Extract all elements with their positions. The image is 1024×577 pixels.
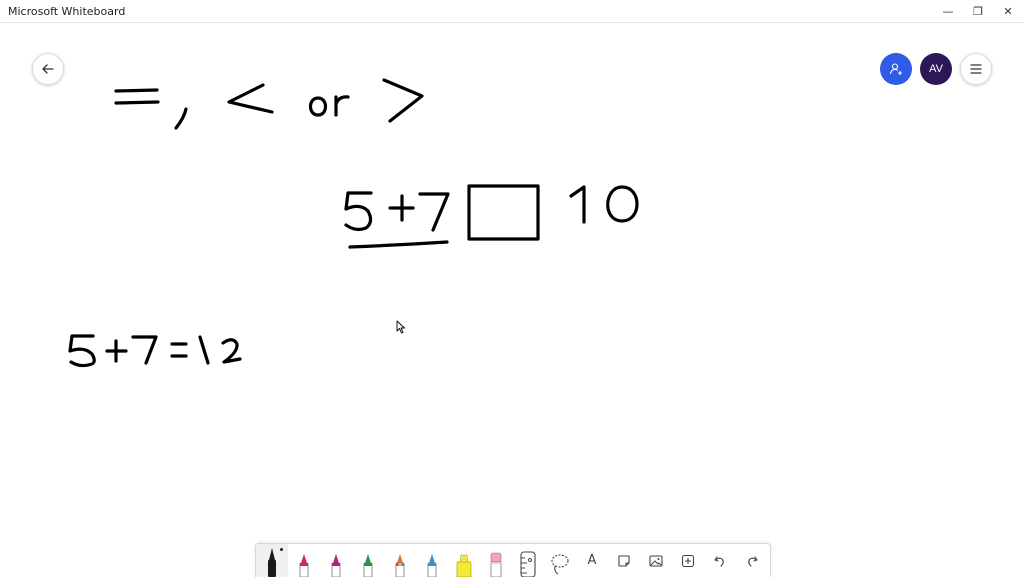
undo-icon: [714, 555, 724, 567]
magenta-pen-tool[interactable]: [320, 544, 352, 577]
whiteboard-canvas[interactable]: [0, 22, 1024, 576]
rainbow-pen-tool[interactable]: [384, 544, 416, 577]
red-pen-tool[interactable]: [288, 544, 320, 577]
image-icon: [649, 554, 663, 567]
text-tool[interactable]: A: [576, 544, 608, 577]
magenta-pen-icon: [331, 554, 341, 577]
ink-digit-5b: [68, 334, 96, 368]
highlighter-tool[interactable]: [448, 544, 480, 577]
settings-menu-button[interactable]: [960, 53, 992, 85]
ink-digit-2b: [221, 338, 242, 364]
invite-button[interactable]: [880, 53, 912, 85]
ink-plus: [388, 194, 415, 222]
highlighter-icon: [456, 554, 472, 577]
redo-button[interactable]: [736, 544, 768, 577]
minimize-button[interactable]: —: [933, 0, 963, 22]
ink-plus-b: [105, 339, 128, 363]
ink-digit-7b: [131, 335, 158, 365]
ink-letter-r: [334, 95, 350, 117]
green-pen-icon: [363, 554, 373, 577]
maximize-button[interactable]: ❐: [963, 0, 993, 22]
ruler-tool[interactable]: [512, 544, 544, 577]
hamburger-menu-icon: [970, 64, 982, 74]
mouse-cursor-icon: [396, 320, 405, 334]
user-avatar[interactable]: AV: [920, 53, 952, 85]
black-pen-tool[interactable]: [256, 544, 288, 577]
eraser-tool[interactable]: [480, 544, 512, 577]
eraser-icon: [490, 552, 502, 577]
ruler-icon: [520, 551, 536, 577]
note-tool[interactable]: [608, 544, 640, 577]
image-tool[interactable]: [640, 544, 672, 577]
title-bar: Microsoft Whiteboard — ❐ ✕: [0, 0, 1024, 23]
lasso-icon: [551, 554, 569, 575]
ink-problem: [344, 184, 639, 249]
redo-icon: [748, 555, 758, 567]
ink-underline: [348, 240, 449, 249]
ink-greater-than: [382, 78, 424, 123]
galaxy-pen-icon: [427, 554, 437, 577]
avatar-initials: AV: [929, 63, 943, 75]
lasso-tool[interactable]: [544, 544, 576, 577]
ink-answer-box: [467, 184, 540, 241]
black-pen-icon: [268, 548, 276, 577]
ink-comma: [174, 107, 188, 130]
ink-digit-0: [606, 185, 639, 223]
close-button[interactable]: ✕: [993, 0, 1023, 22]
ink-digit-1: [569, 185, 586, 224]
ink-digit-1b: [198, 335, 210, 365]
green-pen-tool[interactable]: [352, 544, 384, 577]
ink-solution: [68, 334, 242, 368]
add-person-icon: [889, 63, 902, 75]
ink-equals-top: [114, 88, 159, 93]
minimize-icon: —: [942, 4, 954, 18]
arrow-left-icon: [42, 64, 54, 74]
text-icon: A: [587, 553, 597, 568]
window-title: Microsoft Whiteboard: [8, 5, 126, 18]
rainbow-pen-icon: [395, 554, 405, 577]
plus-icon: [681, 554, 695, 567]
red-pen-icon: [299, 554, 309, 577]
selected-indicator: [280, 548, 283, 551]
ink-letter-o: [308, 96, 328, 117]
ink-digit-5: [344, 191, 373, 232]
undo-button[interactable]: [704, 544, 736, 577]
galaxy-pen-tool[interactable]: [416, 544, 448, 577]
back-button[interactable]: [32, 53, 64, 85]
restore-icon: ❐: [973, 4, 983, 18]
ink-less-than: [227, 83, 274, 114]
ink-equals-bottom: [114, 100, 160, 105]
ink-digit-7: [418, 192, 450, 232]
note-icon: [618, 554, 630, 567]
close-icon: ✕: [1003, 4, 1013, 18]
insert-tool[interactable]: [672, 544, 704, 577]
ink-comparison-symbols: [114, 78, 424, 130]
inking-toolbar: A: [255, 543, 771, 577]
